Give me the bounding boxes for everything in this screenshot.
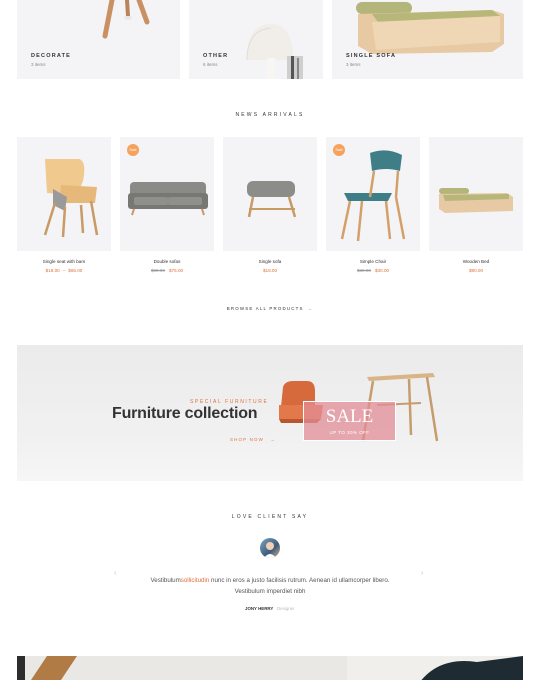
testimonial-quote: Vestibulumsollicitudin nunc in eros a ju…	[150, 575, 390, 597]
quote-highlight: sollicitudin	[180, 577, 210, 584]
sale-box: SALE UP TO 30% OFF	[303, 401, 396, 441]
current-price: $90.00	[468, 268, 484, 273]
category-decorate[interactable]: DECORATE 3 items	[17, 0, 180, 79]
stool-image	[102, 0, 150, 39]
product-image[interactable]	[223, 137, 317, 251]
product-card[interactable]: Wooden Bed $90.00	[429, 137, 523, 283]
category-title: DECORATE	[31, 53, 72, 59]
current-price: $18.00	[262, 268, 278, 273]
product-price: $30.00 $30.00	[326, 268, 420, 273]
orange-chair-image	[279, 373, 439, 442]
old-price: $30.00	[356, 268, 371, 273]
shop-now-link[interactable]: SHOP NOW →	[230, 437, 276, 442]
sale-badge: Sale	[127, 144, 139, 156]
testimonials-heading: LOVE CLIENT SAY	[231, 514, 309, 520]
product-price: $18.00	[223, 268, 317, 273]
testimonial-role: Designer	[277, 606, 295, 611]
testimonial-next-button[interactable]: ›	[421, 570, 423, 577]
sale-title: SALE	[325, 406, 374, 427]
product-card[interactable]: Sale Simple Chair $30.00 $30.00	[326, 137, 420, 283]
product-image[interactable]	[17, 137, 111, 251]
interior-photo	[17, 656, 523, 680]
category-count: 3 items	[31, 62, 46, 67]
shop-now-label: SHOP NOW	[230, 437, 264, 442]
person-icon	[264, 542, 276, 558]
arrow-right-icon: →	[307, 306, 314, 311]
browse-all-products-link[interactable]: BROWSE ALL PRODUCTS →	[0, 306, 540, 311]
price-from: $18.00	[45, 268, 60, 273]
lamp-image	[246, 24, 303, 79]
product-card[interactable]: Single sofa $18.00	[223, 137, 317, 283]
product-price: $80.00 $75.00	[120, 268, 214, 273]
category-count: 3 items	[346, 62, 361, 67]
wooden-bed-image	[439, 188, 513, 213]
category-count: 6 items	[203, 62, 218, 67]
current-price: $30.00	[375, 268, 390, 273]
old-price: $80.00	[150, 268, 165, 273]
product-image[interactable]: Sale	[120, 137, 214, 251]
category-other[interactable]: OTHER 6 items	[189, 0, 323, 79]
banner-headline: Furniture collection	[112, 405, 258, 422]
armchair-image	[43, 159, 99, 238]
testimonial-author: JONY HERRY	[245, 606, 274, 611]
sale-badge: Sale	[333, 144, 345, 156]
ottoman-image	[247, 181, 297, 218]
category-single-sofa[interactable]: SINGLE SOFA 3 items	[332, 0, 523, 79]
arrow-right-icon: →	[270, 437, 276, 442]
product-card[interactable]: Single seat with bars $18.00– $65.00	[17, 137, 111, 283]
price-to: $65.00	[68, 268, 83, 273]
quote-rest: nunc in eros a justo facilisis rutrum. A…	[209, 577, 390, 595]
testimonial-prev-button[interactable]: ‹	[114, 570, 116, 577]
quote-start: Vestibulum	[150, 577, 181, 584]
product-price: $18.00– $65.00	[17, 268, 111, 273]
bottom-image-strip	[17, 656, 523, 680]
product-name[interactable]: Single sofa	[223, 259, 317, 264]
price-separator: –	[62, 268, 66, 273]
product-price: $90.00	[429, 268, 523, 273]
current-price: $75.00	[169, 268, 184, 273]
new-arrivals-heading: NEWS ARRIVALS	[235, 112, 305, 118]
avatar	[260, 538, 280, 558]
product-card[interactable]: Sale Double sofas $80.00 $75.00	[120, 137, 214, 283]
category-title: SINGLE SOFA	[346, 53, 397, 59]
product-name[interactable]: Single seat with bars	[17, 259, 111, 264]
product-name[interactable]: Double sofas	[120, 259, 214, 264]
sale-subtitle: UP TO 30% OFF	[329, 430, 370, 435]
product-image[interactable]	[429, 137, 523, 251]
product-name[interactable]: Wooden Bed	[429, 259, 523, 264]
wooden-bed-image	[356, 2, 504, 54]
product-image[interactable]: Sale	[326, 137, 420, 251]
browse-label: BROWSE ALL PRODUCTS	[226, 306, 304, 311]
category-title: OTHER	[203, 53, 229, 59]
promo-banner: SPECIAL FURNITURE Furniture collection S…	[17, 345, 523, 481]
product-name[interactable]: Simple Chair	[326, 259, 420, 264]
